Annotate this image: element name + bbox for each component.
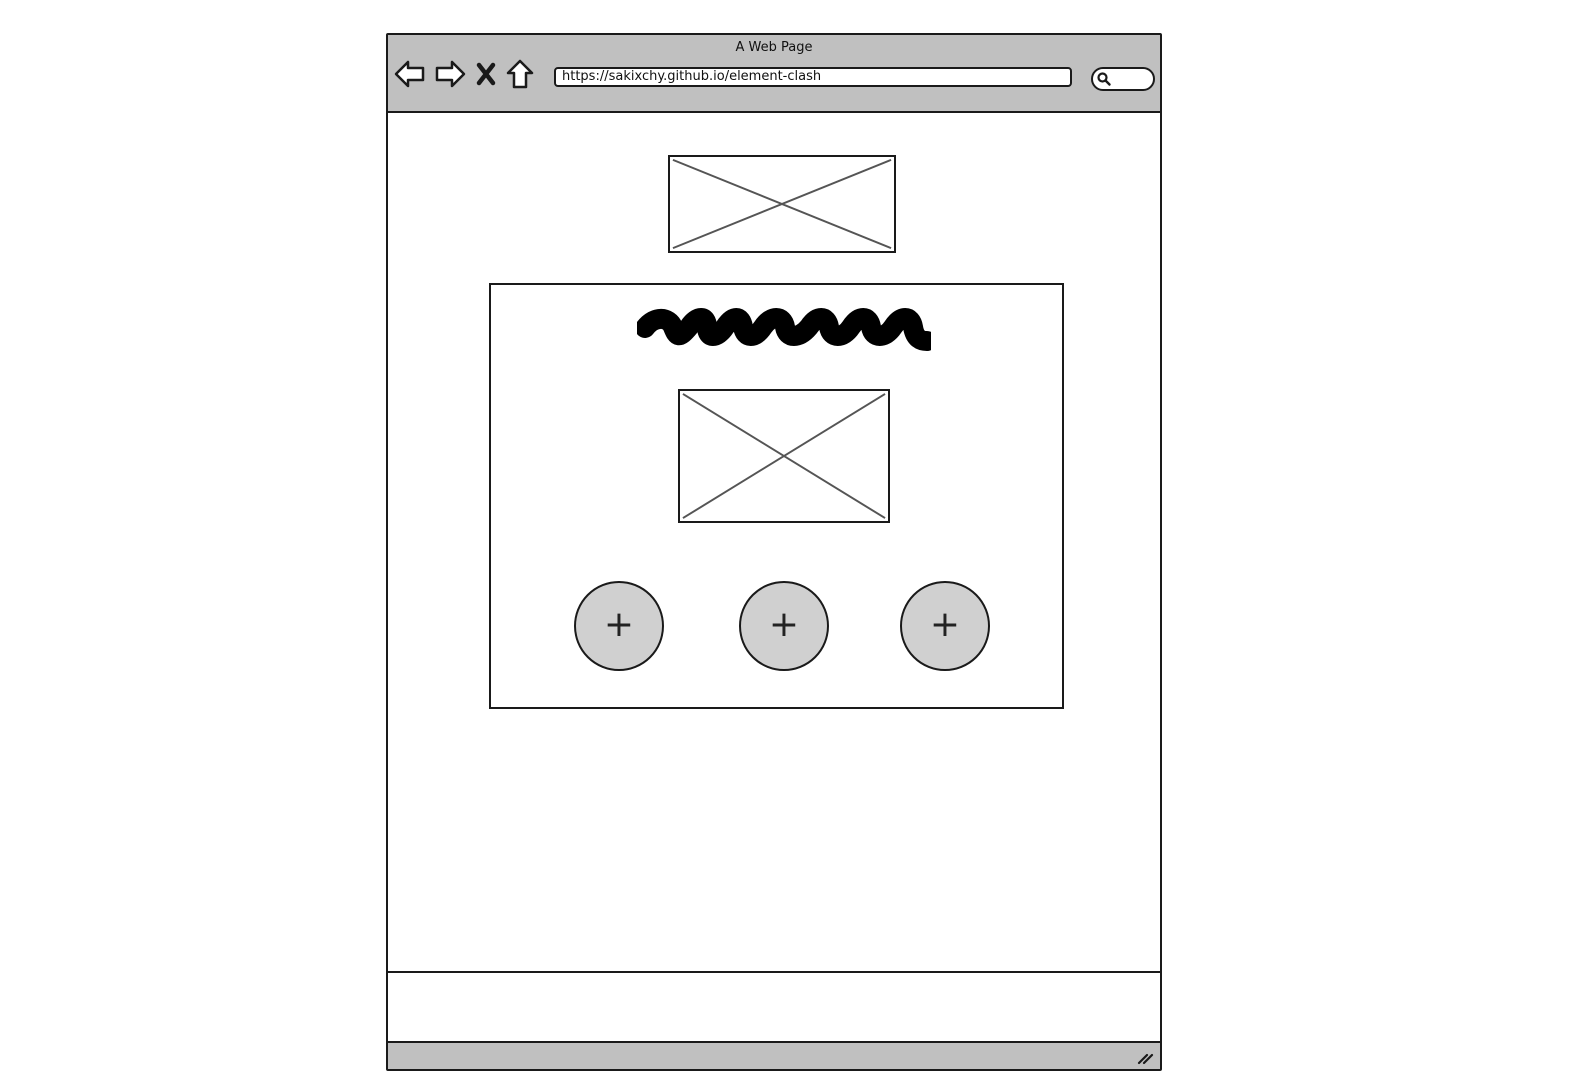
status-bar — [388, 1041, 1160, 1069]
canvas: A Web Page https://sakixchy.github.io/el… — [0, 0, 1596, 1084]
card-image-placeholder — [678, 389, 890, 523]
image-placeholder-icon — [672, 158, 892, 250]
scribble-text-icon — [637, 308, 931, 351]
add-button-1[interactable]: + — [574, 581, 664, 671]
search-icon — [1097, 72, 1111, 86]
window-title: A Web Page — [735, 40, 813, 55]
add-button-3[interactable]: + — [900, 581, 990, 671]
add-button-2[interactable]: + — [739, 581, 829, 671]
close-x-icon[interactable] — [474, 57, 498, 91]
image-placeholder-icon — [682, 393, 886, 519]
header-image-placeholder — [668, 155, 896, 253]
resize-grip-icon[interactable] — [1136, 1049, 1154, 1065]
forward-arrow-icon[interactable] — [433, 57, 467, 91]
browser-window: A Web Page https://sakixchy.github.io/el… — [386, 33, 1162, 1071]
back-arrow-icon[interactable] — [393, 57, 427, 91]
footer-divider — [388, 971, 1160, 973]
address-bar[interactable]: https://sakixchy.github.io/element-clash — [554, 67, 1072, 87]
home-icon[interactable] — [505, 57, 535, 91]
content-card: + + + — [489, 283, 1064, 709]
search-field[interactable] — [1091, 67, 1155, 91]
browser-toolbar: A Web Page https://sakixchy.github.io/el… — [388, 35, 1160, 113]
